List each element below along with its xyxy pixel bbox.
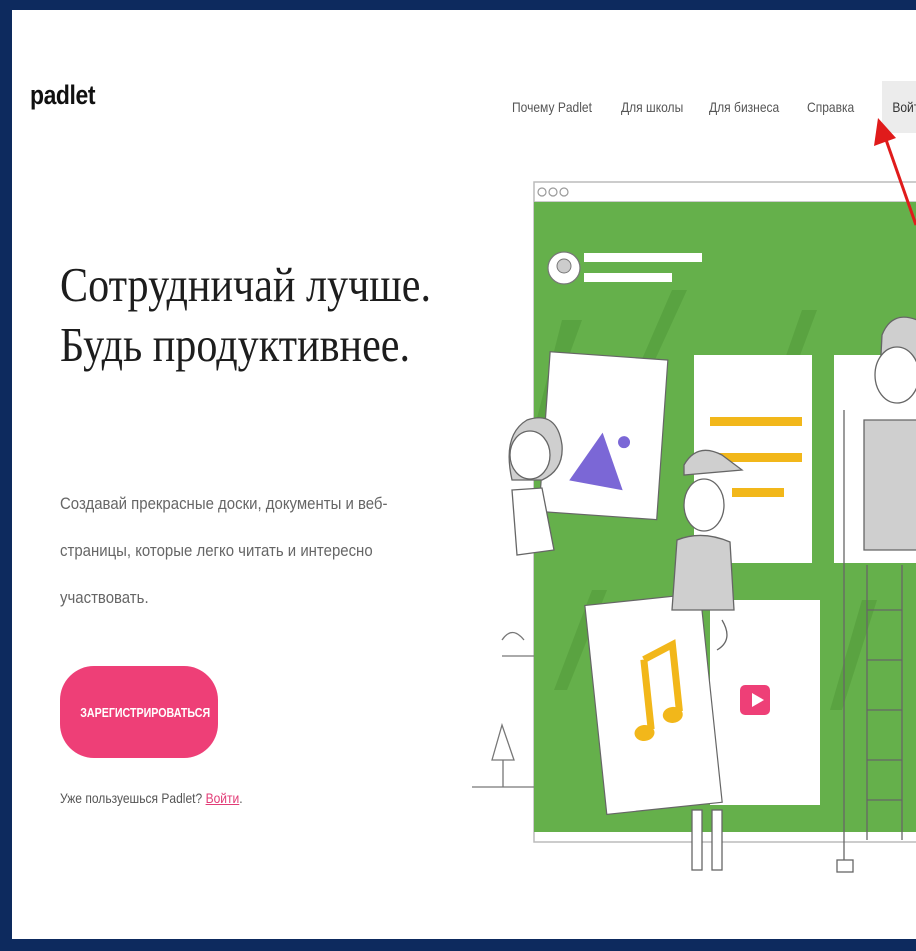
hero-subtitle: Создавай прекрасные доски, документы и в…: [60, 494, 388, 607]
signup-button-label: ЗАРЕГИСТРИРОВАТЬСЯ: [80, 704, 211, 720]
nav-why-padlet[interactable]: Почему Padlet: [512, 99, 592, 115]
existing-user-label: Уже пользуешься Padlet?: [60, 790, 206, 806]
hero-title: Сотрудничай лучше. Будь продуктивнее.: [60, 255, 431, 375]
hero-title-line2: Будь продуктивнее.: [60, 317, 411, 372]
nav-for-business[interactable]: Для бизнеса: [709, 99, 779, 115]
signup-button[interactable]: ЗАРЕГИСТРИРОВАТЬСЯ: [60, 666, 218, 758]
nav-for-schools[interactable]: Для школы: [621, 99, 683, 115]
hero-illustration: [472, 181, 916, 873]
existing-user-text: Уже пользуешься Padlet? Войти.: [60, 790, 243, 806]
top-nav: Почему Padlet Для школы Для бизнеса Спра…: [512, 80, 916, 134]
padlet-landing-page: padlet Почему Padlet Для школы Для бизне…: [12, 10, 916, 939]
padlet-logo[interactable]: padlet: [30, 80, 95, 111]
login-button[interactable]: Войти: [881, 81, 916, 133]
nav-help[interactable]: Справка: [807, 99, 854, 115]
existing-user-login-link[interactable]: Войти: [206, 790, 240, 806]
hero-title-line1: Сотрудничай лучше.: [60, 257, 431, 312]
existing-user-period: .: [239, 790, 243, 806]
